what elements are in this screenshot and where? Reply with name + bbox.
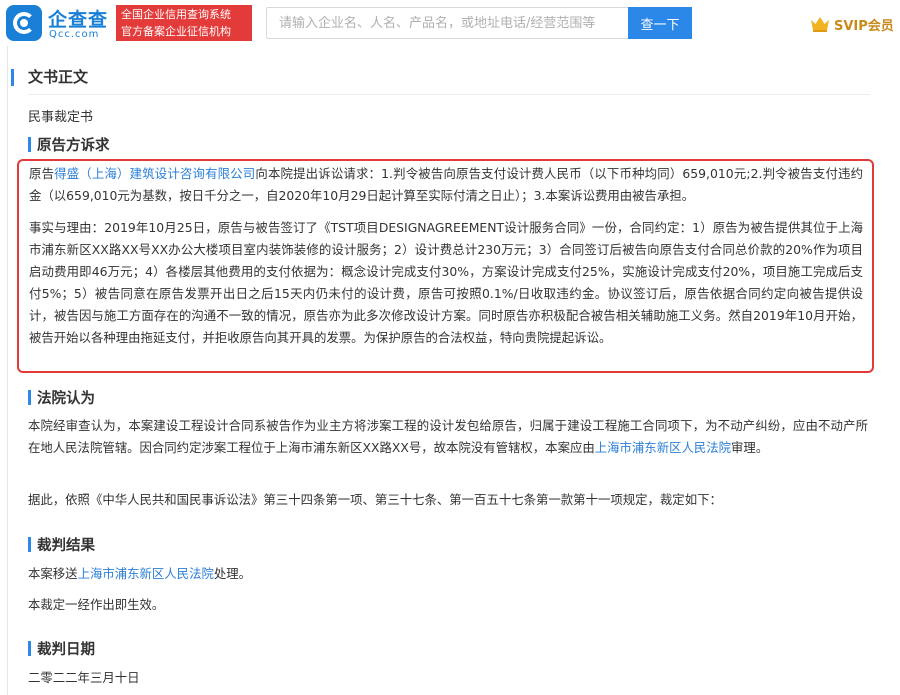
- court-opinion-paragraph-2: 据此，依照《中华人民共和国民事诉讼法》第三十四条第一项、第三十七条、第一百五十七…: [28, 492, 722, 507]
- slogan-line-1: 全国企业信用查询系统: [121, 8, 231, 21]
- result-paragraph-2: 本裁定一经作出即生效。: [28, 597, 165, 612]
- qcc-logo[interactable]: 企查查 Qcc.com: [6, 5, 112, 41]
- left-border-line: [7, 46, 8, 695]
- claims-paragraph-1: 原告得盛（上海）建筑设计咨询有限公司向本院提出诉讼请求：1.判令被告向原告支付设…: [29, 163, 863, 207]
- section-title-date: 裁判日期: [37, 642, 95, 658]
- document-panel: 文书正文 民事裁定书 原告方诉求 原告得盛（上海）建筑设计咨询有限公司向本院提出…: [0, 46, 900, 695]
- logo-text-cn: 企查查: [48, 9, 109, 31]
- section-title-result: 裁判结果: [37, 538, 95, 554]
- qcc-logo-icon: [6, 5, 42, 41]
- judgment-date: 二零二二年三月十日: [28, 670, 140, 685]
- section-title-claims: 原告方诉求: [37, 138, 110, 154]
- svip-label: SVIP会员: [834, 18, 894, 34]
- result-text-prefix: 本案移送: [28, 566, 78, 581]
- title-accent-bar: [11, 69, 14, 86]
- section-accent-bar: [28, 641, 31, 656]
- pudong-court-link-1[interactable]: 上海市浦东新区人民法院: [595, 440, 731, 455]
- section-title-court-opinion: 法院认为: [37, 391, 95, 407]
- pudong-court-link-2[interactable]: 上海市浦东新区人民法院: [78, 566, 214, 581]
- plaintiff-company-link[interactable]: 得盛（上海）建筑设计咨询有限公司: [54, 166, 255, 181]
- top-header: 企查查 Qcc.com 全国企业信用查询系统 官方备案企业征信机构 查一下 SV…: [0, 0, 900, 46]
- result-text-suffix: 处理。: [213, 566, 252, 581]
- search-button[interactable]: 查一下: [628, 7, 692, 39]
- court-opinion-text-end: 审理。: [731, 440, 769, 455]
- slogan-badge: 全国企业信用查询系统 官方备案企业征信机构: [116, 5, 252, 41]
- logo-text-en: Qcc.com: [49, 29, 100, 40]
- search-input[interactable]: [266, 7, 628, 39]
- claims-text-prefix: 原告: [29, 166, 55, 181]
- result-paragraph-1: 本案移送上海市浦东新区人民法院处理。: [28, 563, 868, 585]
- section-accent-bar: [28, 390, 31, 405]
- crown-icon: [811, 17, 829, 32]
- section-accent-bar: [28, 137, 31, 152]
- svip-member-link[interactable]: SVIP会员: [810, 14, 894, 34]
- title-divider: [28, 94, 870, 95]
- document-type: 民事裁定书: [28, 110, 94, 125]
- slogan-line-2: 官方备案企业征信机构: [121, 25, 231, 38]
- document-title: 文书正文: [28, 68, 89, 86]
- section-accent-bar: [28, 537, 31, 552]
- court-opinion-paragraph-1: 本院经审查认为，本案建设工程设计合同系被告作为业主方将涉案工程的设计发包给原告，…: [28, 415, 868, 459]
- claims-paragraph-2: 事实与理由：2019年10月25日，原告与被告签订了《TST项目DESIGNAG…: [29, 220, 863, 345]
